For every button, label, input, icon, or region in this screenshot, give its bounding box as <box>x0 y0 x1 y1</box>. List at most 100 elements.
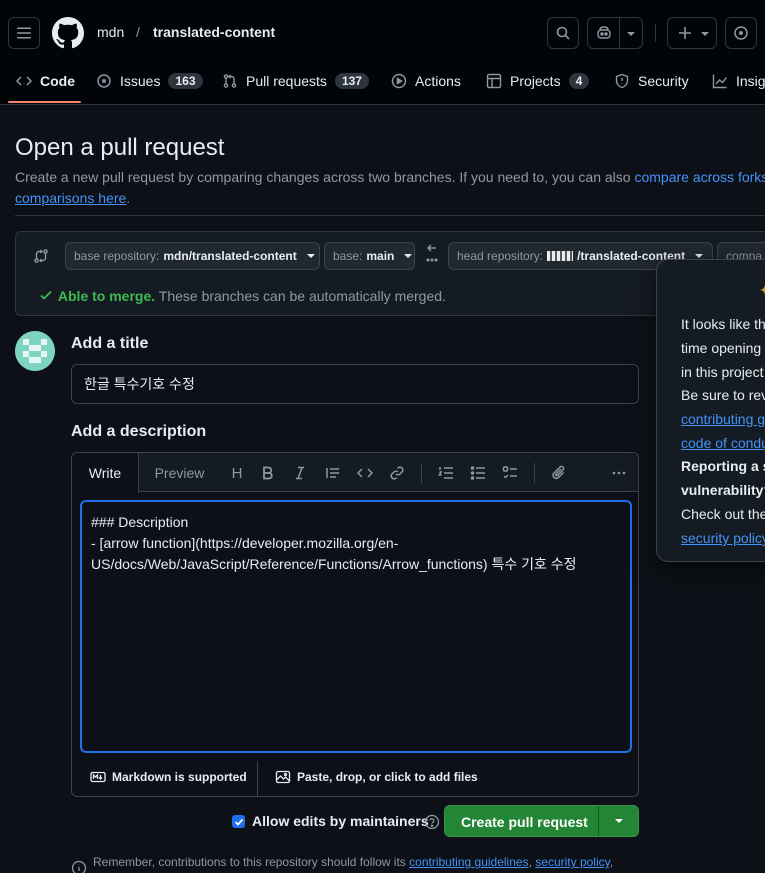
description-textarea[interactable]: ### Description - [arrow function](https… <box>80 500 632 753</box>
graph-icon <box>712 74 728 89</box>
chevron-down-icon <box>404 254 413 258</box>
description-label: Add a description <box>71 423 207 440</box>
issues-count: 163 <box>168 73 203 89</box>
tab-label: Actions <box>415 73 461 89</box>
popover-line: Check out the <box>681 506 765 522</box>
base-repository-select[interactable]: base repository: mdn/translated-content <box>65 242 320 270</box>
compare-across-forks-link[interactable]: compare across forks. <box>634 169 765 185</box>
markdown-note: Markdown is supported <box>112 770 247 784</box>
code-icon <box>16 76 32 86</box>
security-policy-link[interactable]: security policy <box>681 530 765 546</box>
redacted-user <box>547 251 574 261</box>
attach-files-button[interactable]: Paste, drop, or click to add files <box>275 769 478 785</box>
contributing-guidelines-link[interactable]: contributing guidelines <box>409 855 528 869</box>
comparisons-here-link[interactable]: comparisons here <box>15 190 126 206</box>
party-icon: ✦ <box>759 282 765 299</box>
create-new-button[interactable] <box>667 17 717 49</box>
copilot-button[interactable] <box>587 17 643 49</box>
issue-opened-icon <box>97 74 111 88</box>
popover-security: Reporting a s vulnerability? Check out t… <box>681 454 765 550</box>
create-button-label: Create pull request <box>461 814 588 830</box>
search-icon <box>556 26 570 40</box>
subtitle-text: Create a new pull request by comparing c… <box>15 169 635 185</box>
subtitle-end: . <box>126 190 131 206</box>
markdown-icon <box>90 771 106 783</box>
editor-footer: Markdown is supported Paste, drop, or cl… <box>72 761 638 797</box>
tab-write[interactable]: Write <box>72 453 139 493</box>
unordered-list-icon[interactable] <box>468 463 488 483</box>
tab-insights[interactable]: Insig <box>712 66 765 96</box>
popover-text: It looks like th time opening in this pr… <box>681 312 765 384</box>
contributing-guidelines-link[interactable]: contributing g <box>681 411 765 427</box>
attach-note: Paste, drop, or click to add files <box>297 770 478 784</box>
tab-projects[interactable]: Projects 4 <box>486 66 590 96</box>
chevron-down-icon[interactable] <box>627 32 635 36</box>
allow-edits-checkbox[interactable] <box>232 815 245 828</box>
tab-pull-requests[interactable]: Pull requests 137 <box>222 66 369 96</box>
breadcrumb-owner[interactable]: mdn <box>97 24 124 40</box>
breadcrumb-repo[interactable]: translated-content <box>153 24 275 40</box>
base-repo-value: mdn/translated-content <box>163 249 297 263</box>
code-icon[interactable] <box>355 463 375 483</box>
active-tab-indicator <box>8 101 81 103</box>
image-icon <box>275 770 291 784</box>
italic-icon[interactable] <box>290 463 310 483</box>
code-of-conduct-link[interactable]: code of condu <box>681 435 765 451</box>
security-policy-link[interactable]: security policy <box>535 855 609 869</box>
button-divider <box>598 806 599 836</box>
link-icon[interactable] <box>387 463 407 483</box>
tab-preview[interactable]: Preview <box>147 453 212 493</box>
base-value: main <box>366 249 395 263</box>
popover-heading: Reporting a s <box>681 458 765 474</box>
quote-icon[interactable] <box>323 463 343 483</box>
checkmark-icon <box>234 818 243 826</box>
search-button[interactable] <box>547 17 579 49</box>
create-pull-request-button[interactable]: Create pull request <box>444 805 639 837</box>
ordered-list-icon[interactable] <box>436 463 456 483</box>
chevron-down-icon <box>306 254 315 258</box>
popover-line: It looks like th <box>681 316 765 332</box>
first-contribution-popover: ✦ It looks like th time opening in this … <box>656 259 765 562</box>
projects-count: 4 <box>568 73 590 89</box>
base-repo-label: base repository: <box>74 249 160 263</box>
base-branch-select[interactable]: base: main <box>324 242 415 270</box>
tab-code[interactable]: Code <box>16 66 75 96</box>
header-divider <box>655 24 656 42</box>
copilot-divider <box>619 18 620 48</box>
tab-issues[interactable]: Issues 163 <box>96 66 203 96</box>
bold-icon[interactable] <box>258 463 278 483</box>
hamburger-icon <box>17 27 31 39</box>
title-input[interactable]: 한글 특수기호 수정 <box>71 364 639 404</box>
question-icon[interactable] <box>424 814 440 830</box>
copilot-icon <box>597 26 611 39</box>
tab-label: Issues <box>120 73 161 89</box>
markdown-supported-link[interactable]: Markdown is supported <box>90 769 247 785</box>
heading-icon[interactable]: H <box>227 463 247 483</box>
tab-label: Pull requests <box>246 73 327 89</box>
chevron-down-icon[interactable] <box>615 819 623 823</box>
menu-button[interactable] <box>8 17 40 49</box>
tab-security[interactable]: Security <box>614 66 689 96</box>
task-list-icon[interactable] <box>500 463 520 483</box>
issues-button[interactable] <box>725 17 757 49</box>
branch-compare-box: base repository: mdn/translated-content … <box>15 231 765 316</box>
pull-requests-count: 137 <box>334 73 369 89</box>
page-subtitle: Create a new pull request by comparing c… <box>15 167 765 209</box>
head-repo-label: head repository: <box>457 249 544 263</box>
tab-actions[interactable]: Actions <box>391 66 461 96</box>
paperclip-icon[interactable] <box>549 463 569 483</box>
github-logo-icon[interactable] <box>52 17 84 49</box>
more-options-icon[interactable] <box>609 463 629 483</box>
popover-line: time opening <box>681 340 762 356</box>
comma: , <box>609 855 614 869</box>
popover-guidelines: Be sure to rev contributing g code of co… <box>681 383 765 455</box>
app-header: mdn / translated-content Code Issues 163… <box>0 0 765 105</box>
page-title: Open a pull request <box>15 134 225 161</box>
plus-icon <box>679 27 691 39</box>
table-icon <box>486 73 502 89</box>
title-label: Add a title <box>71 335 149 352</box>
tab-label: Projects <box>510 73 561 89</box>
allow-edits-label[interactable]: Allow edits by maintainers <box>252 813 429 829</box>
description-editor: Write Preview H ### Description - [arrow… <box>71 452 639 797</box>
tab-label: Insig <box>736 73 765 89</box>
